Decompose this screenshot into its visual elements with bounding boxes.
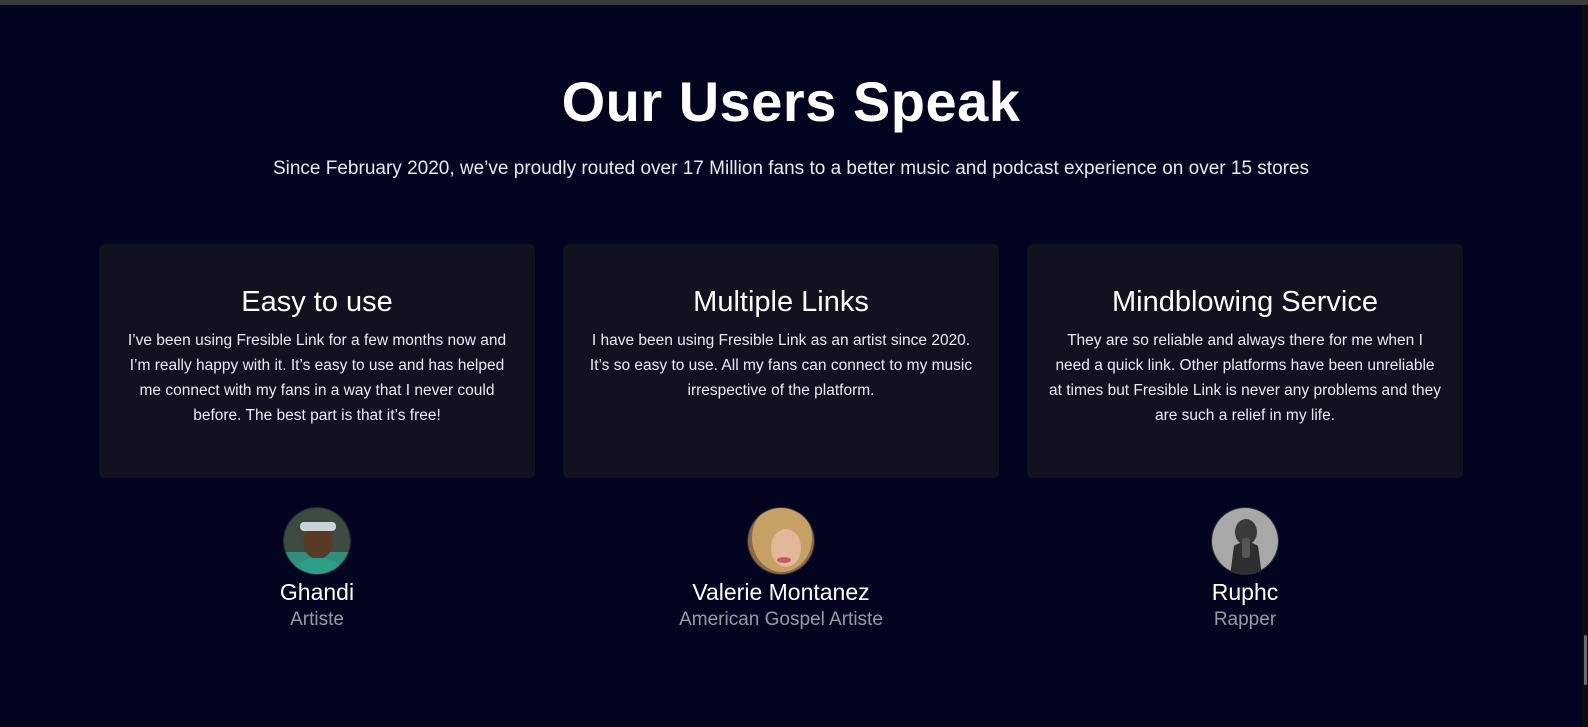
author-role: Artiste (290, 609, 344, 630)
testimonial-title: Easy to use (241, 286, 393, 318)
author-name: Ghandi (279, 579, 355, 605)
testimonial-author: Ghandi Artiste (99, 507, 535, 633)
avatar (1211, 507, 1279, 575)
testimonial-text: I’ve been using Fresible Link for a few … (127, 332, 507, 424)
testimonial-text: They are so reliable and always there fo… (1049, 332, 1441, 424)
author-role: American Gospel Artiste (679, 609, 883, 630)
avatar (747, 507, 815, 575)
testimonial-card: Multiple Links I have been using Fresibl… (563, 244, 999, 478)
testimonial-title: Multiple Links (693, 286, 869, 318)
testimonial-text: I have been using Fresible Link as an ar… (589, 332, 973, 399)
testimonial-author: Ruphc Rapper (1027, 507, 1463, 633)
avatar (283, 507, 351, 575)
section-subtitle: Since February 2020, we’ve proudly route… (272, 158, 1310, 179)
scrollbar-track[interactable] (1582, 5, 1588, 727)
author-name: Valerie Montanez (692, 579, 870, 605)
section-title: Our Users Speak (561, 70, 1021, 133)
scrollbar-thumb[interactable] (1584, 635, 1587, 685)
user-photo-icon (1212, 508, 1278, 574)
testimonial-card: Easy to use I’ve been using Fresible Lin… (99, 244, 535, 478)
author-name: Ruphc (1211, 579, 1279, 605)
testimonial-author: Valerie Montanez American Gospel Artiste (563, 507, 999, 633)
user-photo-icon (748, 508, 814, 574)
testimonials-section: Our Users Speak Since February 2020, we’… (0, 5, 1582, 727)
author-role: Rapper (1213, 609, 1277, 630)
user-photo-icon (284, 508, 350, 574)
testimonial-title: Mindblowing Service (1112, 286, 1378, 318)
testimonial-card: Mindblowing Service They are so reliable… (1027, 244, 1463, 478)
